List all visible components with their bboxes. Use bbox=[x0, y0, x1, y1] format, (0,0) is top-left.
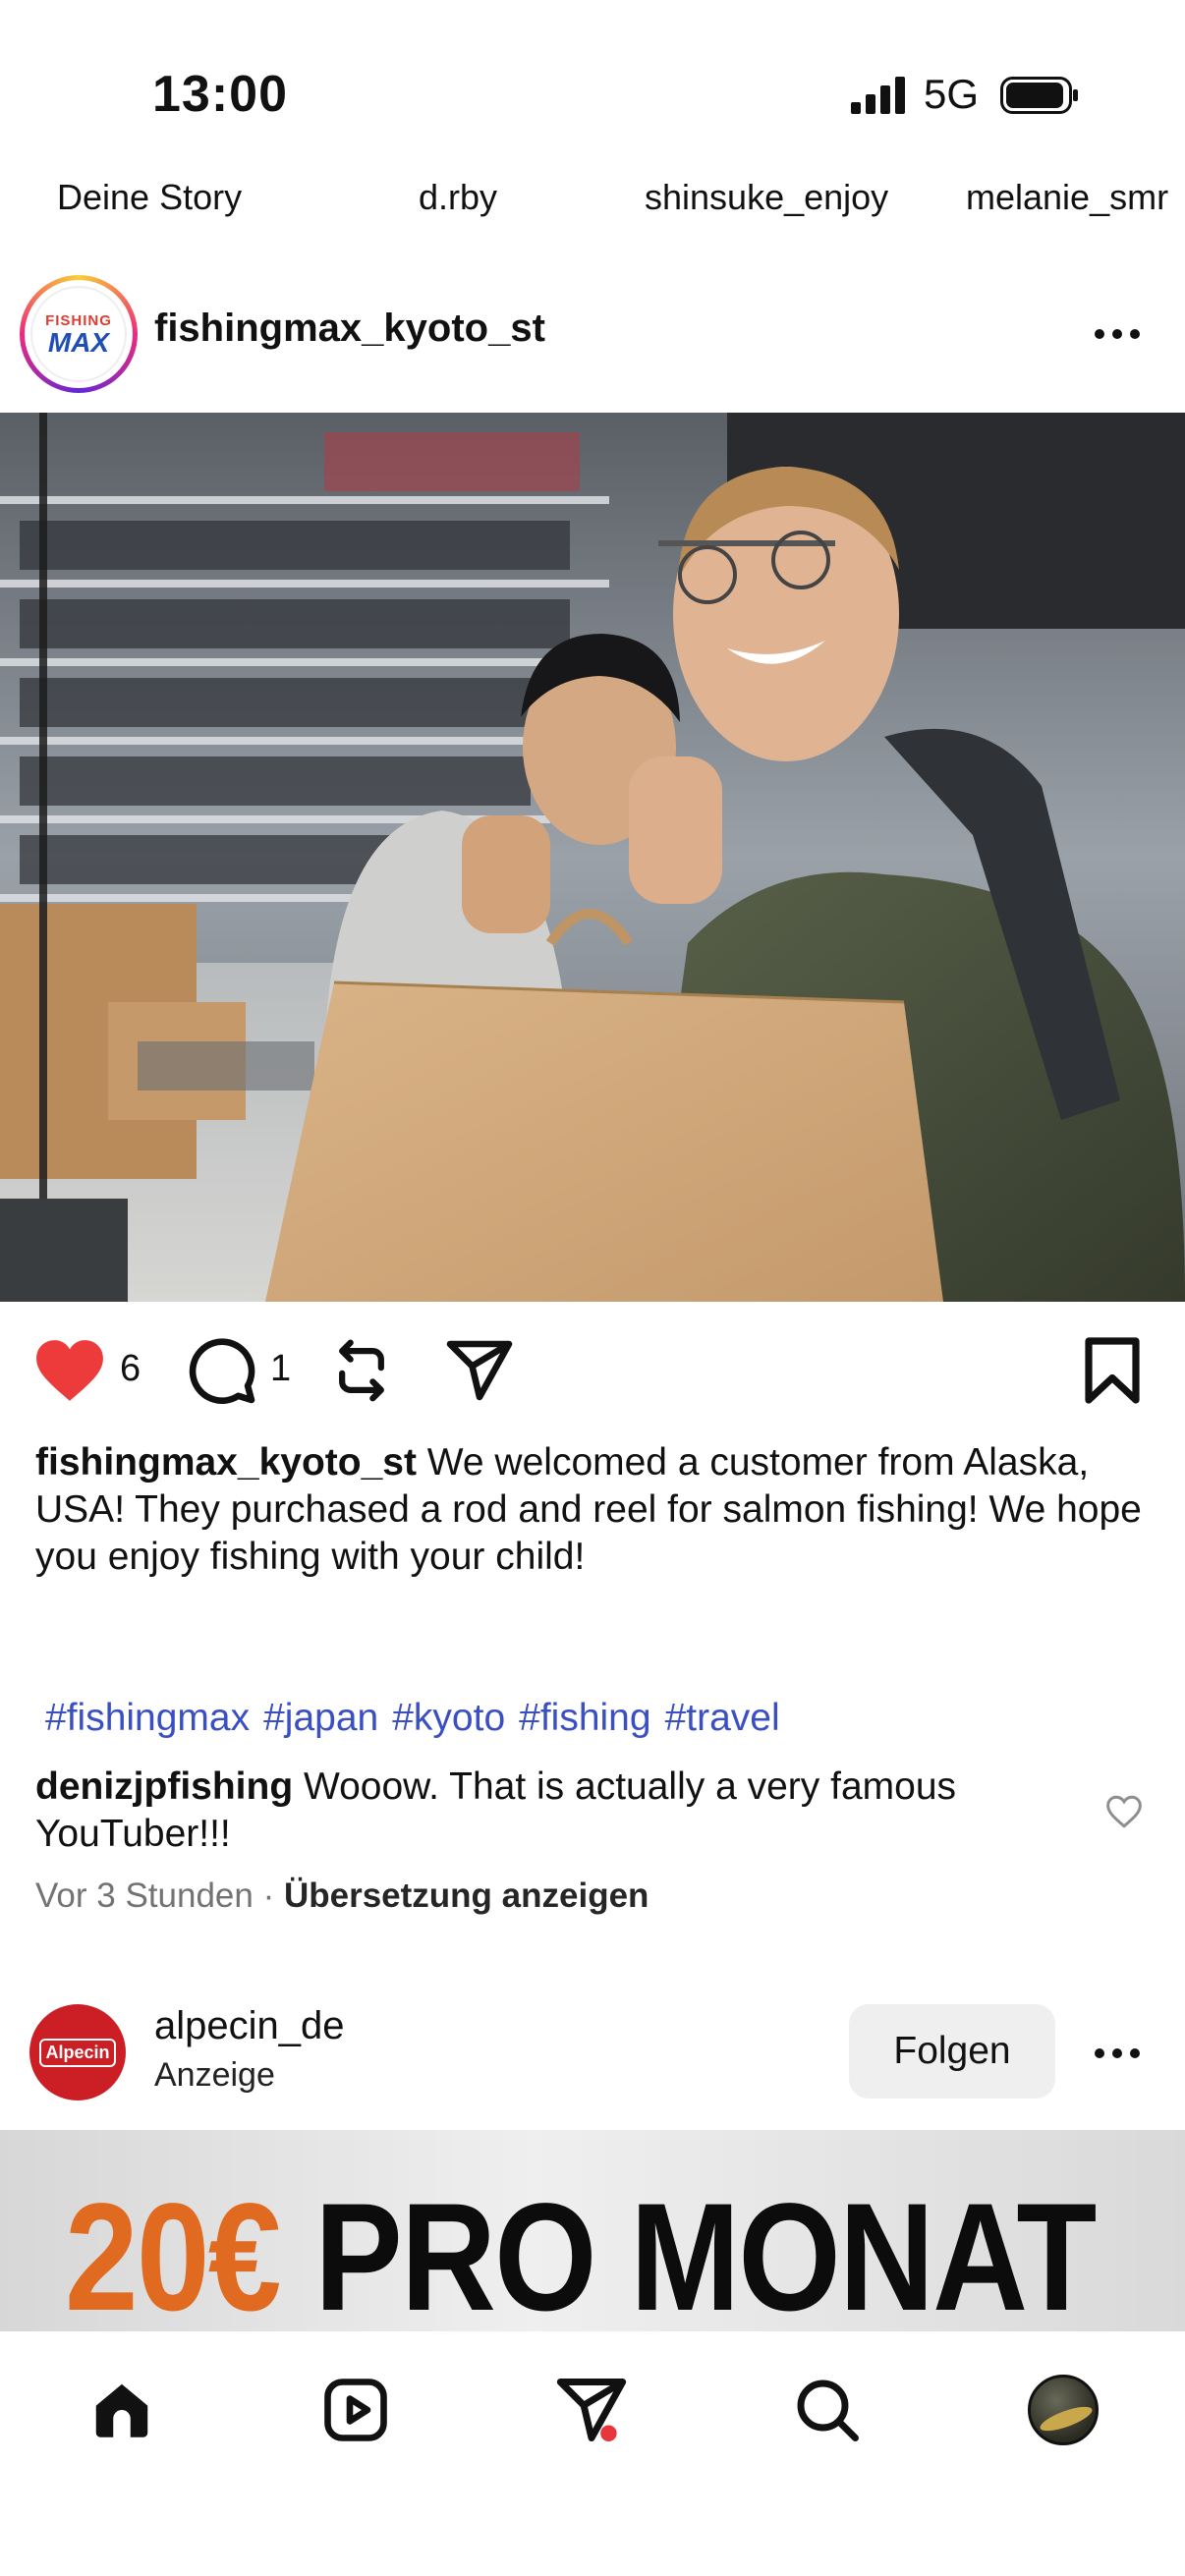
post-avatar[interactable]: FISHING MAX bbox=[20, 275, 138, 393]
more-icon[interactable] bbox=[1093, 324, 1142, 344]
reels-icon bbox=[324, 2379, 387, 2441]
nav-reels[interactable] bbox=[316, 2371, 395, 2449]
story-item[interactable]: shinsuke_enjoy bbox=[645, 177, 888, 218]
post-header: FISHING MAX fishingmax_kyoto_st bbox=[0, 275, 1185, 393]
network-label: 5G bbox=[924, 71, 980, 117]
post-caption: fishingmax_kyoto_st We welcomed a custom… bbox=[35, 1439, 1146, 1581]
ad-price: 20€ bbox=[65, 2172, 281, 2331]
hashtag-list: #fishingmax #japan #kyoto #fishing #travel bbox=[45, 1697, 794, 1740]
more-icon[interactable] bbox=[1093, 2044, 1142, 2063]
search-icon bbox=[797, 2380, 859, 2441]
comment-like-icon[interactable] bbox=[1104, 1794, 1144, 1829]
nav-messages[interactable] bbox=[552, 2371, 631, 2449]
nav-search[interactable] bbox=[788, 2371, 867, 2449]
story-item[interactable]: Deine Story bbox=[57, 177, 242, 218]
story-item[interactable]: melanie_smr bbox=[966, 177, 1168, 218]
comment-username[interactable]: denizjpfishing bbox=[35, 1765, 293, 1808]
fishingmax-logo: FISHING MAX bbox=[30, 286, 127, 382]
alpecin-logo: Alpecin bbox=[39, 2038, 116, 2067]
ad-headline: 20€ PRO MONAT bbox=[65, 2179, 1097, 2331]
hashtag-link[interactable]: #travel bbox=[665, 1697, 780, 1739]
battery-icon bbox=[1000, 77, 1078, 114]
nav-profile[interactable] bbox=[1024, 2371, 1102, 2449]
bookmark-icon[interactable] bbox=[1081, 1335, 1144, 1406]
post-photo[interactable] bbox=[0, 413, 1185, 1302]
caption-username[interactable]: fishingmax_kyoto_st bbox=[35, 1441, 417, 1484]
hashtag-link[interactable]: #japan bbox=[263, 1697, 378, 1739]
follow-button[interactable]: Folgen bbox=[849, 2004, 1055, 2099]
post-actions: 6 1 bbox=[0, 1331, 1185, 1410]
hashtag-link[interactable]: #kyoto bbox=[392, 1697, 505, 1739]
comment-meta: Vor 3 Stunden · Übersetzung anzeigen bbox=[35, 1876, 649, 1915]
home-icon bbox=[95, 2383, 148, 2437]
comment-icon[interactable] bbox=[187, 1335, 257, 1406]
repost-icon[interactable] bbox=[328, 1335, 395, 1406]
ad-avatar[interactable]: Alpecin bbox=[29, 2004, 126, 2100]
status-bar: 13:00 5G bbox=[0, 0, 1185, 167]
story-item[interactable]: d.rby bbox=[419, 177, 497, 218]
nav-home[interactable] bbox=[83, 2371, 161, 2449]
ad-header: Alpecin alpecin_de Anzeige Folgen bbox=[0, 1994, 1185, 2102]
comment-preview: denizjpfishing Wooow. That is actually a… bbox=[35, 1764, 1067, 1858]
ad-banner[interactable]: 20€ PRO MONAT bbox=[0, 2130, 1185, 2331]
signal-icon bbox=[851, 77, 905, 114]
ad-username[interactable]: alpecin_de bbox=[154, 2004, 345, 2048]
post-username[interactable]: fishingmax_kyoto_st bbox=[154, 307, 545, 351]
comments-count[interactable]: 1 bbox=[270, 1348, 291, 1390]
profile-avatar bbox=[1028, 2375, 1099, 2445]
share-icon[interactable] bbox=[444, 1335, 515, 1406]
notification-dot bbox=[600, 2425, 617, 2441]
likes-count[interactable]: 6 bbox=[120, 1348, 141, 1390]
comment-time: Vor 3 Stunden bbox=[35, 1876, 254, 1915]
sponsored-label: Anzeige bbox=[154, 2056, 275, 2094]
translate-link[interactable]: Übersetzung anzeigen bbox=[284, 1876, 649, 1915]
ad-headline-rest: PRO MONAT bbox=[279, 2172, 1097, 2331]
messages-icon bbox=[556, 2379, 627, 2441]
stories-row: Deine Story d.rby shinsuke_enjoy melanie… bbox=[0, 177, 1185, 226]
bottom-nav bbox=[0, 2331, 1185, 2576]
hashtag-link[interactable]: #fishingmax bbox=[45, 1697, 250, 1739]
hashtag-link[interactable]: #fishing bbox=[519, 1697, 650, 1739]
status-time: 13:00 bbox=[152, 66, 288, 123]
heart-icon[interactable] bbox=[33, 1336, 106, 1405]
